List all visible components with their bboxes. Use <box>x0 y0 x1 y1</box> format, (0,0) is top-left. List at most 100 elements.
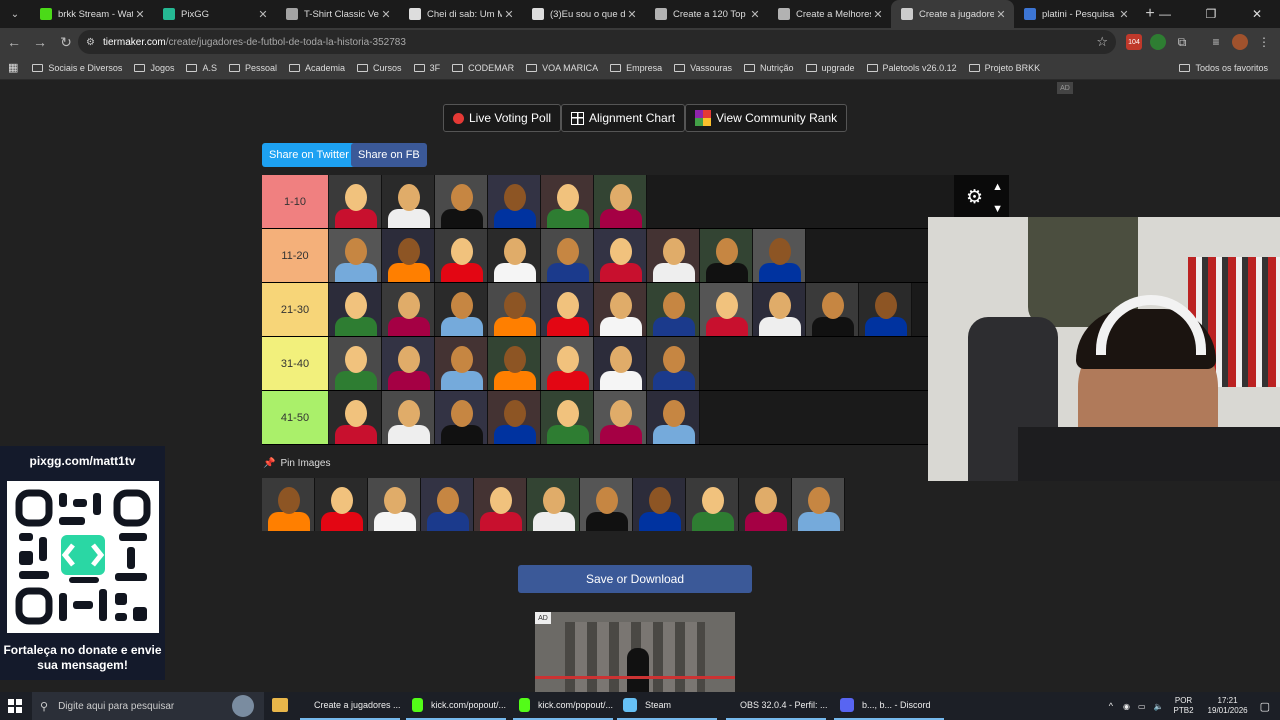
save-download-button[interactable]: Save or Download <box>518 565 752 593</box>
advertisement-image[interactable]: AD <box>535 612 735 692</box>
tab-search-button[interactable]: ⌄ <box>4 3 26 25</box>
player-photo[interactable] <box>329 391 382 444</box>
player-photo[interactable] <box>382 229 435 282</box>
restore-button[interactable]: ❐ <box>1188 0 1234 28</box>
bookmark-item[interactable]: Pessoal <box>228 63 277 73</box>
player-photo[interactable] <box>421 478 474 531</box>
taskbar-app[interactable]: kick.com/popout/... <box>513 692 613 720</box>
browser-tab[interactable]: Create a Melhores lu✕ <box>768 0 891 28</box>
player-photo[interactable] <box>859 283 912 336</box>
taskbar-app[interactable]: OBS 32.0.4 - Perfil: ... <box>726 692 828 720</box>
player-photo[interactable] <box>541 391 594 444</box>
player-photo[interactable] <box>435 391 488 444</box>
player-photo[interactable] <box>488 175 541 228</box>
close-icon[interactable]: ✕ <box>133 8 147 21</box>
player-photo[interactable] <box>647 337 700 390</box>
browser-tab[interactable]: Chei di sab: Um Meme✕ <box>399 0 522 28</box>
view-community-rank-button[interactable]: View Community Rank <box>685 104 848 132</box>
player-photo[interactable] <box>488 283 541 336</box>
player-photo[interactable] <box>753 283 806 336</box>
close-icon[interactable]: ✕ <box>994 8 1008 21</box>
close-icon[interactable]: ✕ <box>871 8 885 21</box>
player-photo[interactable] <box>647 283 700 336</box>
bookmark-item[interactable]: Empresa <box>610 63 662 73</box>
player-photo[interactable] <box>753 229 806 282</box>
player-photo[interactable] <box>488 391 541 444</box>
chevron-down-icon[interactable]: ▼ <box>992 203 1003 215</box>
bookmark-item[interactable]: Paletools v26.0.12 <box>866 63 957 73</box>
language-indicator[interactable]: POR PTB2 <box>1174 696 1194 716</box>
chevron-up-icon[interactable]: ▲ <box>992 181 1003 193</box>
player-photo[interactable] <box>541 337 594 390</box>
close-icon[interactable]: ✕ <box>625 8 639 21</box>
bookmark-item[interactable]: A.S <box>186 63 217 73</box>
close-icon[interactable]: ✕ <box>379 8 393 21</box>
player-photo[interactable] <box>806 283 859 336</box>
close-window-button[interactable]: ✕ <box>1234 0 1280 28</box>
bookmark-item[interactable]: VOA MARICA <box>526 63 598 73</box>
player-photo[interactable] <box>382 283 435 336</box>
player-photo[interactable] <box>594 283 647 336</box>
player-photo[interactable] <box>792 478 845 531</box>
share-fb-button[interactable]: Share on FB <box>351 143 427 167</box>
bookmark-item[interactable]: CODEMAR <box>452 63 514 73</box>
player-photo[interactable] <box>739 478 792 531</box>
player-photo[interactable] <box>647 229 700 282</box>
close-icon[interactable]: ✕ <box>256 8 270 21</box>
chevron-up-icon[interactable]: ^ <box>1109 701 1113 711</box>
bookmark-item[interactable]: Vassouras <box>674 63 732 73</box>
profile-avatar[interactable] <box>1232 34 1248 50</box>
player-photo[interactable] <box>700 229 753 282</box>
browser-tab[interactable]: (3)Eu sou o que desm✕ <box>522 0 645 28</box>
player-photo[interactable] <box>315 478 368 531</box>
media-control-icon[interactable]: ≡ <box>1208 34 1224 50</box>
taskbar-search-box[interactable]: ⚲ Digite aqui para pesquisar <box>32 692 264 720</box>
tier-label[interactable]: 21-30 <box>262 283 328 336</box>
player-photo[interactable] <box>329 175 382 228</box>
close-icon[interactable]: ✕ <box>1117 8 1131 21</box>
player-photo[interactable] <box>594 337 647 390</box>
close-icon[interactable]: ✕ <box>502 8 516 21</box>
player-photo[interactable] <box>594 175 647 228</box>
windows-start-icon[interactable] <box>8 699 22 713</box>
player-photo[interactable] <box>541 175 594 228</box>
player-photo[interactable] <box>368 478 421 531</box>
extension-badge-icon[interactable]: 104 <box>1126 34 1142 50</box>
tier-label[interactable]: 31-40 <box>262 337 328 390</box>
tier-label[interactable]: 1-10 <box>262 175 328 228</box>
gear-icon[interactable]: ⚙ <box>966 186 983 209</box>
player-photo[interactable] <box>686 478 739 531</box>
player-photo[interactable] <box>382 337 435 390</box>
pin-images-toggle[interactable]: 📌 Pin Images <box>263 458 330 469</box>
taskbar-app[interactable]: kick.com/popout/... <box>406 692 506 720</box>
player-photo[interactable] <box>527 478 580 531</box>
player-photo[interactable] <box>382 391 435 444</box>
player-photo[interactable] <box>329 283 382 336</box>
live-voting-poll-button[interactable]: Live Voting Poll <box>443 104 562 132</box>
taskbar-app[interactable]: Steam <box>617 692 717 720</box>
browser-tab[interactable]: PixGG ✕ <box>153 0 276 28</box>
player-photo[interactable] <box>594 391 647 444</box>
bookmark-item[interactable]: upgrade <box>805 63 855 73</box>
clock[interactable]: 17:21 19/01/2026 <box>1208 696 1248 716</box>
wifi-icon[interactable]: ▭ <box>1138 702 1146 711</box>
notification-icon[interactable]: ▢ <box>1260 700 1270 713</box>
player-photo[interactable] <box>329 337 382 390</box>
share-twitter-button[interactable]: Share on Twitter <box>262 143 356 167</box>
player-photo[interactable] <box>580 478 633 531</box>
browser-tab[interactable]: Create a 120 Top One✕ <box>645 0 768 28</box>
player-photo[interactable] <box>474 478 527 531</box>
address-bar[interactable]: ⚙ tiermaker.com/create/jugadores-de-futb… <box>78 30 1116 54</box>
bookmark-item[interactable]: Cursos <box>357 63 402 73</box>
bookmark-item[interactable]: Jogos <box>134 63 174 73</box>
speaker-icon[interactable]: 🔈 <box>1154 702 1164 711</box>
bookmark-item[interactable]: Academia <box>289 63 345 73</box>
player-photo[interactable] <box>541 283 594 336</box>
bookmark-all-favorites[interactable]: Todos os favoritos <box>1179 63 1268 73</box>
tier-label[interactable]: 11-20 <box>262 229 328 282</box>
tier-label[interactable]: 41-50 <box>262 391 328 444</box>
player-photo[interactable] <box>541 229 594 282</box>
minimize-button[interactable]: — <box>1142 0 1188 28</box>
browser-tab[interactable]: Create a jugadores de✕ <box>891 0 1014 28</box>
browser-tab[interactable]: T-Shirt Classic Vectra✕ <box>276 0 399 28</box>
